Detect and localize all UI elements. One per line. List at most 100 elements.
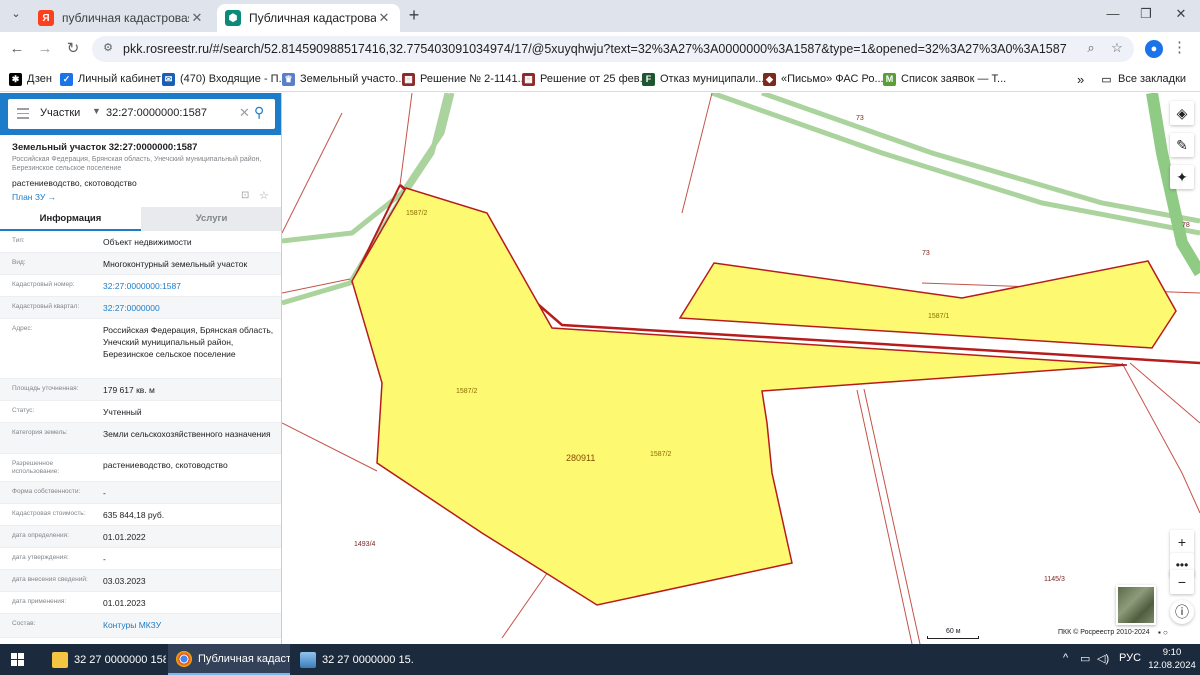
- all-bookmarks-button[interactable]: ▭ Все закладки: [1100, 70, 1186, 88]
- attribute-link[interactable]: 32:27:0000000: [103, 302, 275, 314]
- attribute-row: Кадастровый квартал: 32:27:0000000: [0, 297, 281, 319]
- window-close-icon[interactable]: ✕: [1171, 6, 1191, 26]
- language-indicator[interactable]: РУС: [1119, 652, 1141, 664]
- court-icon: ▦: [402, 72, 415, 86]
- bookmark-item[interactable]: M Список заявок — Т...: [883, 70, 1006, 88]
- bookmark-item[interactable]: F Отказ муниципали...: [642, 70, 764, 88]
- attribute-link[interactable]: Контуры МКЗУ: [103, 619, 275, 631]
- bookmark-label: Решение № 2-1141...: [420, 73, 527, 85]
- bookmark-item[interactable]: ▦ Решение № 2-1141...: [402, 70, 527, 88]
- label-lot-78: 78: [1182, 222, 1190, 229]
- folder-icon: ▭: [1101, 73, 1112, 86]
- bookmark-label: Дзен: [27, 73, 52, 85]
- attribute-value: 01.01.2022: [103, 532, 146, 542]
- more-bookmarks-button[interactable]: »: [1077, 70, 1084, 88]
- ruler-icon[interactable]: ✎: [1170, 133, 1194, 157]
- tab-title: публичная кадастровая карта: [62, 11, 189, 25]
- attribute-value: Многоконтурный земельный участок: [103, 259, 248, 269]
- attribute-key: дата внесения сведений:: [12, 576, 88, 583]
- bookmark-label: Земельный участо...: [300, 73, 405, 85]
- tab-title: Публичная кадастровая карта: [249, 11, 376, 25]
- license-icon[interactable]: ▪ ○: [1158, 628, 1168, 637]
- attribute-value: Объект недвижимости: [103, 237, 192, 247]
- attribute-key: Адрес:: [12, 325, 33, 332]
- restore-icon[interactable]: ❐: [1136, 6, 1156, 26]
- info-icon[interactable]: ⓘ: [1170, 600, 1194, 624]
- close-icon[interactable]: ✕: [189, 10, 205, 26]
- attribute-key: Кадастровый номер:: [12, 281, 75, 288]
- clock[interactable]: 9:10 12.08.2024: [1145, 646, 1199, 672]
- search-box[interactable]: Участки ▼ 32:27:0000000:1587 ✕ ⚲: [8, 99, 275, 129]
- attribute-value: 01.01.2023: [103, 598, 146, 608]
- zoom-in-button[interactable]: +: [1170, 530, 1194, 554]
- locate-icon[interactable]: ✦: [1170, 165, 1194, 189]
- label-lot-73a: 73: [856, 115, 864, 122]
- windows-start-icon[interactable]: [11, 653, 24, 666]
- basemap-switcher[interactable]: [1116, 585, 1156, 625]
- map-canvas[interactable]: 1587/2 1587/1 1587/2 1587/2 73 73 78 149…: [282, 93, 1200, 644]
- profile-avatar[interactable]: ●: [1145, 40, 1163, 58]
- browser-toolbar: ← → ↻ ⚙ pkk.rosreestr.ru/#/search/52.814…: [0, 32, 1200, 66]
- site-settings-icon[interactable]: ⚙: [100, 41, 116, 57]
- fas-icon: ◆: [763, 72, 776, 86]
- reload-icon[interactable]: ↻: [63, 39, 83, 59]
- attribute-key: Разрешенное использование:: [12, 460, 60, 475]
- task-icon: M: [883, 72, 896, 86]
- attribute-row: Форма собственности: -: [0, 482, 281, 504]
- search-icon[interactable]: ⚲: [254, 104, 264, 121]
- tab-search-button[interactable]: ⌄: [6, 7, 26, 27]
- bookmark-label: (470) Входящие - П...: [180, 73, 288, 85]
- taskbar-item-folder[interactable]: 32 27 0000000 1587: [44, 644, 166, 675]
- url-text[interactable]: pkk.rosreestr.ru/#/search/52.81459098851…: [123, 42, 1067, 56]
- favorite-star-icon[interactable]: ☆: [259, 189, 269, 202]
- layers-icon[interactable]: ◈: [1170, 101, 1194, 125]
- attribute-row: Вид: Многоконтурный земельный участок: [0, 253, 281, 275]
- taskbar: 32 27 0000000 1587 Публичная кадаст... 3…: [0, 644, 1200, 675]
- zoom-out-button[interactable]: −: [1170, 570, 1194, 594]
- bookmark-item[interactable]: ▦ Решение от 25 фев...: [522, 70, 649, 88]
- menu-icon[interactable]: [17, 108, 29, 120]
- address-bar[interactable]: ⚙ pkk.rosreestr.ru/#/search/52.814590988…: [92, 36, 1134, 62]
- new-tab-button[interactable]: +: [404, 6, 424, 26]
- label-parcel-top: 1587/2: [406, 210, 428, 217]
- attribute-value: 03.03.2023: [103, 576, 146, 586]
- forward-arrow-icon[interactable]: →: [35, 39, 55, 59]
- bookmark-star-icon[interactable]: ☆: [1108, 40, 1126, 58]
- clear-icon[interactable]: ✕: [239, 105, 250, 121]
- attribute-key: Форма собственности:: [12, 488, 81, 495]
- close-icon[interactable]: ✕: [376, 10, 392, 26]
- minimize-icon[interactable]: —: [1103, 6, 1123, 26]
- bookmark-item[interactable]: ♛ Земельный участо...: [282, 70, 404, 88]
- chevron-down-icon[interactable]: ▼: [92, 106, 101, 116]
- search-type-select[interactable]: Участки: [40, 107, 80, 119]
- back-arrow-icon[interactable]: ←: [7, 39, 27, 59]
- attribute-row: дата внесения сведений: 03.03.2023: [0, 570, 281, 592]
- tab-information[interactable]: Информация: [0, 207, 141, 231]
- bookmark-item[interactable]: ✉ (470) Входящие - П...: [162, 70, 288, 88]
- bookmark-item[interactable]: ✱ Дзен: [9, 70, 52, 88]
- chevron-up-icon[interactable]: ^: [1063, 652, 1068, 664]
- taskbar-item-chrome[interactable]: Публичная кадаст...: [168, 644, 290, 675]
- attribute-value: 635 844,18 руб.: [103, 510, 165, 520]
- search-bar: Участки ▼ 32:27:0000000:1587 ✕ ⚲: [0, 93, 281, 135]
- label-number-big: 280911: [566, 453, 595, 463]
- attribute-link[interactable]: 32:27:0000000:1587: [103, 280, 275, 292]
- bookmark-item[interactable]: ✓ Личный кабинет: [60, 70, 161, 88]
- tab-yandex[interactable]: Я публичная кадастровая карта ✕: [30, 4, 213, 32]
- attribute-key: Кадастровый квартал:: [12, 303, 80, 310]
- search-input[interactable]: 32:27:0000000:1587: [106, 107, 207, 119]
- yandex-icon: Я: [38, 10, 54, 26]
- tab-cadastral-map[interactable]: ⬢ Публичная кадастровая карта ✕: [217, 4, 400, 32]
- bookmark-item[interactable]: ◆ «Письмо» ФАС Ро...: [763, 70, 884, 88]
- tab-services[interactable]: Услуги: [141, 207, 281, 231]
- volume-icon[interactable]: ◁): [1097, 652, 1109, 665]
- kebab-menu-icon[interactable]: ⋮: [1172, 38, 1187, 56]
- zoom-icon[interactable]: ⌕: [1082, 40, 1100, 58]
- search-on-map-icon[interactable]: ⊡: [241, 190, 249, 201]
- court-icon: ▦: [522, 72, 535, 86]
- map-layer: 1587/2 1587/1 1587/2 1587/2 73 73 78 149…: [282, 93, 1200, 644]
- plan-link[interactable]: План ЗУ →: [12, 192, 56, 202]
- network-icon[interactable]: ▭: [1080, 652, 1090, 665]
- taskbar-item-image[interactable]: 32 27 0000000 15...: [292, 644, 414, 675]
- attribute-row: Статус: Учтенный: [0, 401, 281, 423]
